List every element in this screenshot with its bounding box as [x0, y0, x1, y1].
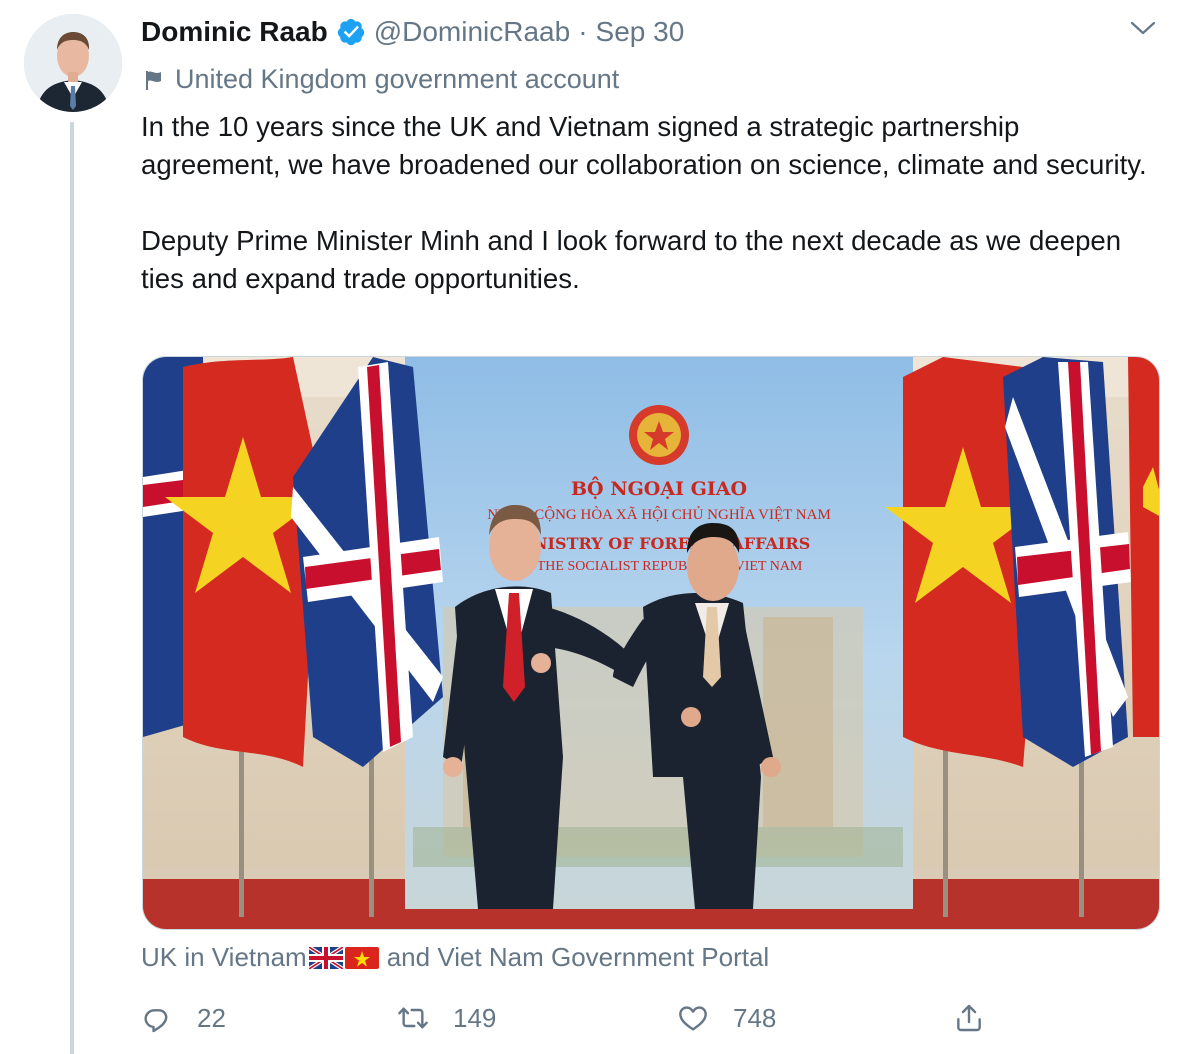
tweet-paragraph-1: In the 10 years since the UK and Vietnam… — [141, 111, 1147, 180]
avatar[interactable] — [24, 14, 122, 112]
like-button[interactable]: 748 — [677, 996, 776, 1040]
thread-line — [70, 122, 74, 1054]
reply-icon — [144, 1009, 168, 1033]
share-icon — [957, 1004, 981, 1032]
reply-button[interactable]: 22 — [141, 996, 226, 1040]
banner-title: BỘ NGOẠI GIAO — [571, 476, 747, 500]
tweet-paragraph-2: Deputy Prime Minister Minh and I look fo… — [141, 225, 1122, 294]
author-name[interactable]: Dominic Raab — [141, 16, 328, 48]
like-count: 748 — [733, 1002, 777, 1033]
tweet-body: In the 10 years since the UK and Vietnam… — [141, 108, 1161, 298]
separator-dot: · — [578, 16, 588, 47]
flag-icon — [146, 70, 161, 90]
chevron-down-icon[interactable] — [1130, 20, 1156, 36]
like-icon — [679, 1006, 707, 1031]
tagged-first[interactable]: UK in Vietnam — [141, 942, 307, 973]
tweet-date[interactable]: Sep 30 — [596, 16, 685, 48]
government-account-label: United Kingdom government account — [143, 64, 619, 95]
banner-english-title: MINISTRY OF FOREIGN AFFAIRS — [508, 534, 811, 553]
uk-flag-icon — [308, 946, 343, 969]
photo-scene: BỘ NGOẠI GIAO NƯỚC CỘNG HÒA XÃ HỘI CHỦ N… — [143, 357, 1159, 929]
tagged-rest[interactable]: and Viet Nam Government Portal — [387, 942, 769, 973]
retweet-button[interactable]: 149 — [397, 996, 496, 1040]
tagged-accounts[interactable]: UK in Vietnam and Viet Nam Government Po… — [141, 942, 769, 973]
vietnam-flag-icon — [344, 946, 379, 969]
retweet-icon — [398, 1007, 428, 1029]
banner-english-subtitle: OF THE SOCIALIST REPUBLIC OF VIET NAM — [516, 559, 803, 574]
tweet-photo[interactable]: BỘ NGOẠI GIAO NƯỚC CỘNG HÒA XÃ HỘI CHỦ N… — [142, 356, 1160, 930]
share-button[interactable] — [953, 996, 985, 1040]
action-bar: 22 149 748 — [141, 996, 1161, 1040]
reply-count: 22 — [197, 1002, 226, 1033]
author-handle[interactable]: @DominicRaab — [374, 16, 571, 48]
avatar-image — [24, 14, 122, 112]
government-label-text: United Kingdom government account — [175, 64, 620, 94]
tweet-header: Dominic Raab @DominicRaab · Sep 30 — [141, 14, 684, 50]
verified-badge-icon — [337, 18, 364, 46]
retweet-count: 149 — [453, 1002, 497, 1033]
